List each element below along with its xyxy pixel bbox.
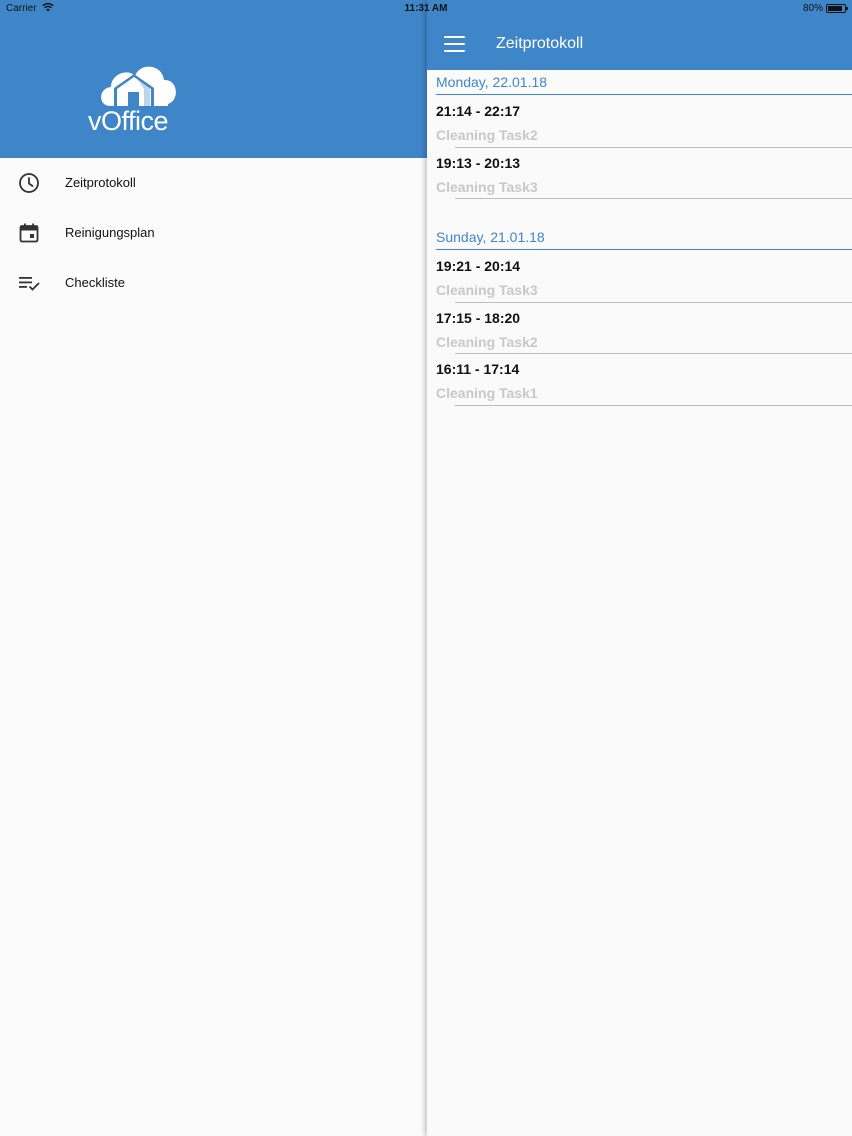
clock-icon bbox=[19, 173, 39, 193]
list-item[interactable]: 19:13 - 20:13 Cleaning Task3 bbox=[427, 148, 852, 199]
status-bar: Carrier 11:31 AM 80% bbox=[0, 0, 852, 17]
date-section-header: Sunday, 21.01.18 bbox=[427, 225, 852, 251]
calendar-icon bbox=[19, 223, 39, 243]
entry-time: 19:13 - 20:13 bbox=[436, 154, 521, 171]
menu-item-reinigungsplan[interactable]: Reinigungsplan bbox=[0, 208, 427, 258]
navigation-drawer: vOffice Zeitprotokoll Reinigungsplan Che… bbox=[0, 0, 427, 1136]
list-item[interactable]: 21:14 - 22:17 Cleaning Task2 bbox=[427, 96, 852, 148]
entry-task: Cleaning Task2 bbox=[436, 333, 538, 350]
time-log-list: Monday, 22.01.18 21:14 - 22:17 Cleaning … bbox=[427, 70, 852, 406]
drawer-menu: Zeitprotokoll Reinigungsplan Checkliste bbox=[0, 158, 427, 308]
menu-item-checkliste[interactable]: Checkliste bbox=[0, 258, 427, 308]
clock-time: 11:31 AM bbox=[404, 3, 448, 14]
list-item[interactable]: 17:15 - 18:20 Cleaning Task2 bbox=[427, 303, 852, 354]
main-panel: Zeitprotokoll Monday, 22.01.18 21:14 - 2… bbox=[427, 0, 852, 1136]
row-divider bbox=[455, 404, 852, 406]
entry-task: Cleaning Task3 bbox=[436, 178, 538, 195]
battery-percent: 80% bbox=[802, 3, 823, 14]
menu-item-label: Reinigungsplan bbox=[65, 225, 155, 240]
checklist-icon bbox=[19, 277, 40, 291]
menu-item-label: Checkliste bbox=[65, 275, 125, 290]
hamburger-icon[interactable] bbox=[444, 36, 465, 52]
section-divider bbox=[436, 94, 852, 95]
list-item[interactable]: 19:21 - 20:14 Cleaning Task3 bbox=[427, 251, 852, 303]
battery-icon bbox=[826, 4, 848, 13]
logo-text: vOffice bbox=[88, 106, 169, 136]
section-date: Monday, 22.01.18 bbox=[436, 74, 548, 90]
row-divider bbox=[455, 198, 852, 199]
entry-task: Cleaning Task2 bbox=[436, 127, 538, 143]
page-title: Zeitprotokoll bbox=[496, 35, 584, 52]
entry-time: 19:21 - 20:14 bbox=[436, 258, 521, 274]
entry-time: 17:15 - 18:20 bbox=[436, 309, 521, 326]
section-divider bbox=[436, 249, 852, 250]
section-date: Sunday, 21.01.18 bbox=[436, 229, 545, 245]
entry-time: 21:14 - 22:17 bbox=[436, 103, 521, 119]
drawer-header: vOffice bbox=[0, 0, 427, 158]
entry-time: 16:11 - 17:14 bbox=[436, 361, 520, 377]
list-item[interactable]: 16:11 - 17:14 Cleaning Task1 bbox=[427, 354, 852, 406]
date-section-header: Monday, 22.01.18 bbox=[427, 70, 852, 96]
entry-task: Cleaning Task1 bbox=[436, 385, 538, 401]
menu-item-zeitprotokoll[interactable]: Zeitprotokoll bbox=[0, 158, 427, 208]
menu-item-label: Zeitprotokoll bbox=[65, 175, 136, 190]
entry-task: Cleaning Task3 bbox=[436, 282, 538, 298]
